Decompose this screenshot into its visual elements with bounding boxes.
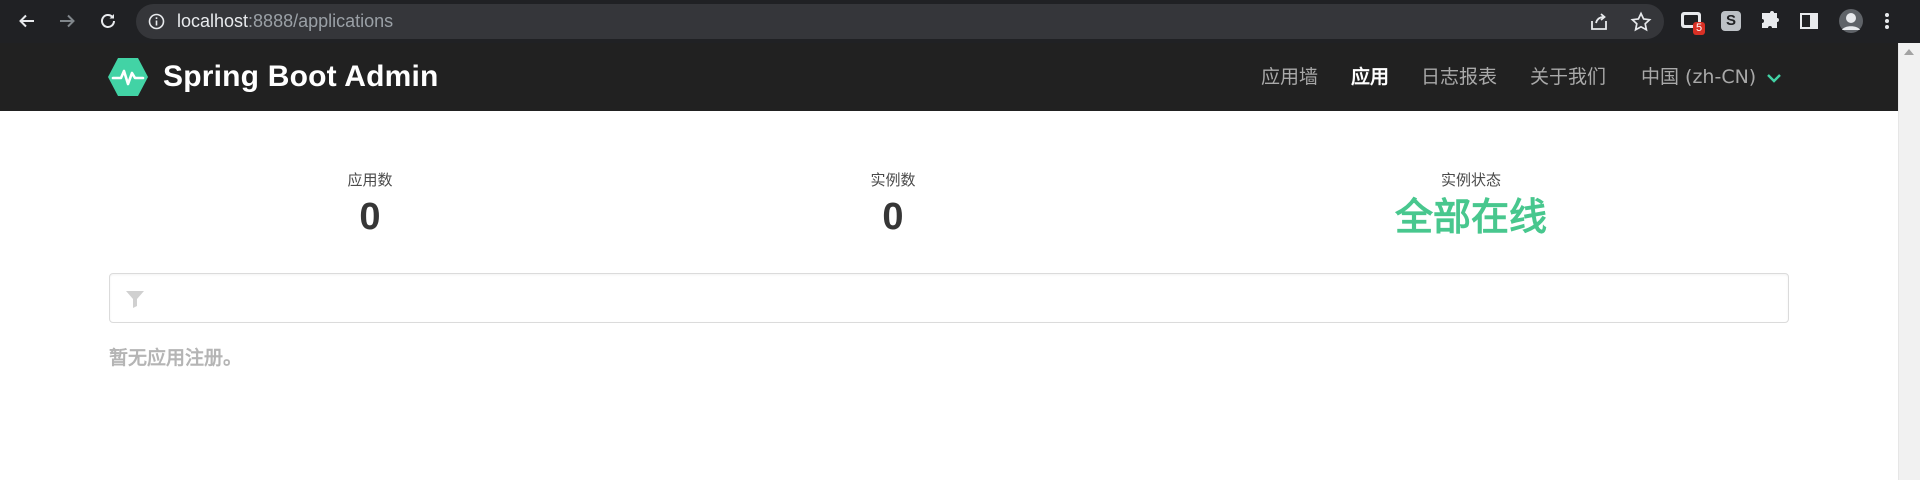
stat-status: 实例状态 全部在线 (1321, 170, 1621, 240)
profile-avatar-button[interactable] (1838, 8, 1864, 34)
reload-icon (101, 14, 115, 28)
brand-title: Spring Boot Admin (163, 60, 439, 93)
extension-badge-count: 5 (1693, 22, 1706, 35)
url-host: localhost (177, 11, 249, 31)
s-extension-button[interactable]: S (1718, 8, 1744, 34)
back-arrow-icon (19, 14, 34, 28)
kebab-menu-icon (1885, 13, 1889, 29)
side-panel-button[interactable] (1796, 8, 1822, 34)
forward-button[interactable] (53, 7, 81, 35)
language-selector[interactable]: 中国 (zh-CN) (1641, 43, 1782, 111)
filter-icon (126, 291, 144, 308)
empty-applications-message: 暂无应用注册。 (109, 347, 243, 369)
stat-instances-value: 0 (882, 196, 904, 238)
browser-toolbar: localhost:8888/applications 5 S (0, 0, 1920, 43)
page-scrollbar[interactable] (1898, 43, 1920, 480)
stat-status-value: 全部在线 (1394, 195, 1547, 239)
stat-instances-label: 实例数 (870, 171, 916, 189)
url-path: :8888/applications (248, 11, 394, 31)
extensions-button[interactable] (1757, 8, 1783, 34)
nav-item-about[interactable]: 关于我们 (1530, 43, 1606, 111)
stat-instances: 实例数 0 (743, 170, 1043, 240)
brand-link[interactable]: Spring Boot Admin (107, 57, 439, 97)
stat-applications: 应用数 0 (220, 170, 520, 240)
s-extension-icon: S (1721, 11, 1741, 31)
nav-item-journal[interactable]: 日志报表 (1421, 43, 1497, 111)
stat-applications-label: 应用数 (347, 171, 393, 189)
nav-item-applications[interactable]: 应用 (1351, 43, 1389, 111)
stat-applications-value: 0 (359, 196, 381, 238)
url-text[interactable]: localhost:8888/applications (177, 4, 393, 39)
share-icon[interactable] (1588, 11, 1610, 33)
app-navbar: Spring Boot Admin 应用墙 应用 日志报表 关于我们 中国 (z… (0, 43, 1898, 111)
forward-arrow-icon (60, 14, 75, 28)
scroll-up-arrow-icon[interactable] (1904, 49, 1914, 55)
back-button[interactable] (13, 7, 41, 35)
language-label: 中国 (zh-CN) (1641, 66, 1757, 88)
filter-input[interactable] (158, 274, 1778, 322)
info-icon[interactable] (148, 13, 165, 30)
puzzle-icon (1762, 11, 1779, 28)
nav-item-wallboard[interactable]: 应用墙 (1261, 43, 1318, 111)
bookmark-star-icon[interactable] (1630, 11, 1652, 33)
address-bar[interactable]: localhost:8888/applications (136, 4, 1664, 39)
browser-menu-button[interactable] (1878, 8, 1896, 34)
side-panel-icon (1800, 13, 1818, 29)
stat-status-label: 实例状态 (1440, 171, 1501, 189)
spring-boot-admin-logo-icon (108, 58, 148, 96)
filter-field[interactable] (109, 273, 1789, 323)
reload-button[interactable] (94, 7, 122, 35)
extension-badge-button[interactable]: 5 (1679, 8, 1706, 35)
chevron-down-icon (1767, 73, 1782, 83)
profile-avatar-icon (1839, 9, 1863, 33)
